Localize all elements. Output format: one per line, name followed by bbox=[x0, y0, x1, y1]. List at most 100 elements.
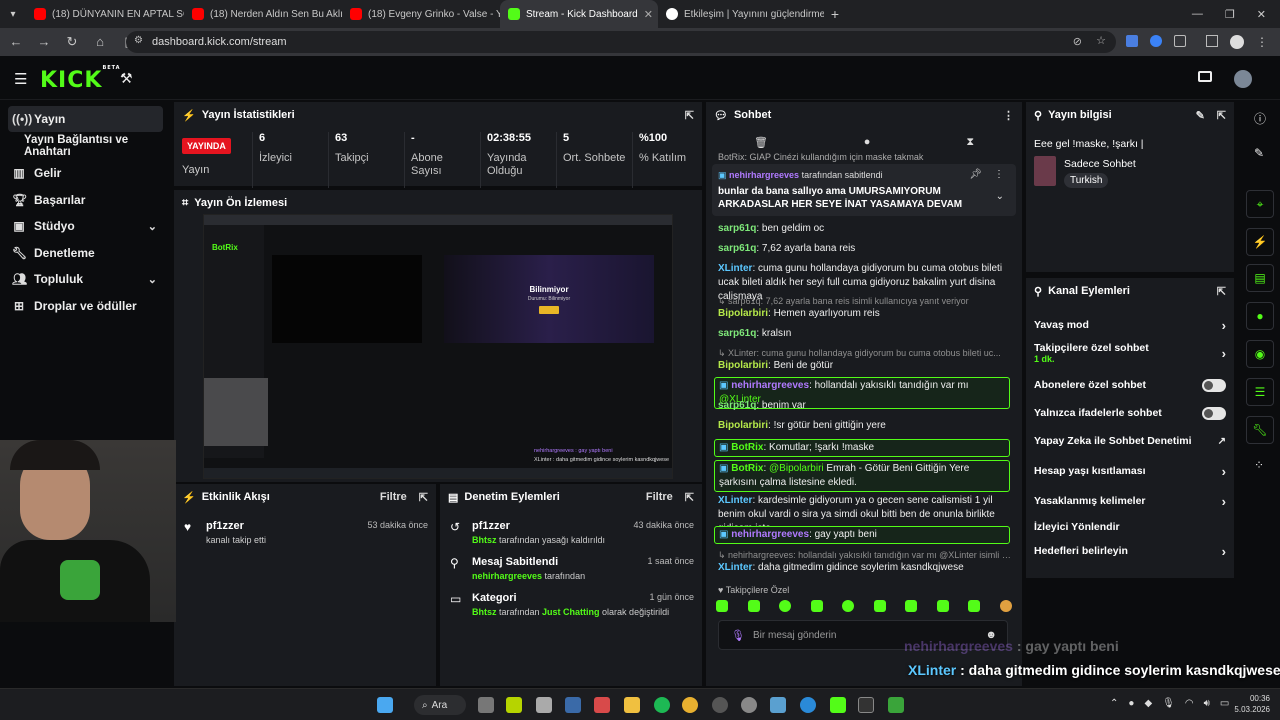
rail-broadcast-button[interactable]: ◉ bbox=[1246, 340, 1274, 368]
file-explorer-icon[interactable] bbox=[624, 697, 640, 713]
taskbar-search[interactable]: ⌕ Ara bbox=[414, 695, 466, 715]
volume-icon[interactable]: 🔊︎ bbox=[1204, 698, 1210, 709]
extensions-puzzle-icon[interactable] bbox=[1174, 35, 1186, 47]
popout-icon[interactable]: ⇱ bbox=[419, 491, 428, 504]
chat-username[interactable]: Bipolarbiri bbox=[718, 420, 768, 431]
sidebar-item-stream[interactable]: ((•)) Yayın bbox=[8, 106, 163, 132]
close-window-icon[interactable]: ✕ bbox=[1257, 8, 1266, 21]
channel-action-row[interactable]: Hedefleri belirleyin › bbox=[1026, 540, 1234, 562]
hourglass-icon[interactable]: ⧗ bbox=[966, 136, 974, 149]
profile-avatar[interactable] bbox=[1230, 35, 1244, 49]
task-view-icon[interactable] bbox=[478, 697, 494, 713]
settings-icon[interactable] bbox=[741, 697, 757, 713]
popout-icon[interactable]: ⇱ bbox=[1217, 285, 1226, 298]
toggle-switch[interactable] bbox=[1202, 378, 1226, 392]
filter-button[interactable]: Filtre bbox=[646, 491, 673, 503]
browser-tab-1[interactable]: (18) DÜNYANIN EN APTAL SOY ✕ bbox=[26, 0, 184, 28]
chat-username[interactable]: nehirhargreeves bbox=[731, 380, 809, 391]
home-icon[interactable]: ⌂ bbox=[88, 34, 112, 50]
app-icon[interactable] bbox=[594, 697, 610, 713]
close-tab-icon[interactable]: ✕ bbox=[644, 8, 653, 21]
battery-icon[interactable]: ▭ bbox=[1220, 698, 1229, 709]
chat-username[interactable]: Bipolarbiri bbox=[718, 360, 768, 371]
chat-username[interactable]: BotRix bbox=[731, 463, 763, 474]
emote-icon[interactable] bbox=[999, 600, 1012, 612]
chat-username[interactable]: BotRix bbox=[731, 442, 763, 453]
popout-icon[interactable]: ⇱ bbox=[685, 109, 694, 122]
reload-icon[interactable]: ↻ bbox=[60, 34, 84, 50]
chat-username[interactable]: sarp61q bbox=[718, 243, 756, 254]
extension-icon[interactable] bbox=[1150, 35, 1162, 47]
chat-username[interactable]: XLinter bbox=[718, 562, 752, 573]
trash-icon[interactable]: 🗑︎ bbox=[754, 136, 768, 149]
rail-wrench-button[interactable]: 🔧︎ bbox=[1246, 416, 1274, 444]
emote-icon[interactable] bbox=[905, 600, 918, 612]
tray-app-icon[interactable]: ◆ bbox=[1144, 698, 1152, 709]
browser-tab-2[interactable]: (18) Nerden Aldın Sen Bu Aklı - ✕ bbox=[184, 0, 342, 28]
eye-off-icon[interactable]: ⊘ bbox=[1073, 35, 1082, 48]
rail-lightning-button[interactable]: ⚡ bbox=[1246, 228, 1274, 256]
browser-menu-icon[interactable]: ⋮ bbox=[1256, 35, 1268, 49]
stream-preview-toggle-icon[interactable] bbox=[1198, 71, 1212, 82]
emote-icon[interactable] bbox=[936, 600, 949, 612]
emote-icon[interactable] bbox=[842, 600, 855, 612]
app-icon[interactable] bbox=[888, 697, 904, 713]
rail-layers-button[interactable]: ☰ bbox=[1246, 378, 1274, 406]
app-icon[interactable] bbox=[506, 697, 522, 713]
spotify-icon[interactable] bbox=[654, 697, 670, 713]
browser-tab-3[interactable]: (18) Evgeny Grinko - Valse - Yo ✕ bbox=[342, 0, 500, 28]
sidebar-item-achievements[interactable]: 🏆︎ Başarılar bbox=[8, 187, 163, 213]
microphone-icon[interactable]: 🎙︎ bbox=[1162, 698, 1175, 709]
rail-clip-button[interactable]: ⌖ bbox=[1246, 190, 1274, 218]
chat-username[interactable]: XLinter bbox=[718, 495, 752, 506]
info-icon[interactable]: ⓘ bbox=[1254, 110, 1266, 127]
minimize-icon[interactable]: — bbox=[1192, 8, 1203, 21]
rail-document-button[interactable]: ▤ bbox=[1246, 264, 1274, 292]
chat-username[interactable]: sarp61q bbox=[718, 328, 756, 339]
channel-action-row[interactable]: Hesap yaşı kısıtlaması › bbox=[1026, 460, 1234, 482]
kick-logo[interactable]: KICKBETA bbox=[40, 65, 121, 93]
chevron-down-icon[interactable]: ⌄ bbox=[996, 190, 1004, 204]
emote-icon[interactable] bbox=[873, 600, 886, 612]
chat-username[interactable]: nehirhargreeves bbox=[731, 529, 809, 540]
app-icon[interactable] bbox=[565, 697, 581, 713]
unpin-icon[interactable]: 📌︎ bbox=[969, 168, 982, 182]
tray-chevron-icon[interactable]: ⌃ bbox=[1110, 698, 1118, 709]
restore-icon[interactable]: ❐ bbox=[1225, 8, 1235, 21]
windows-start-icon[interactable] bbox=[377, 697, 393, 713]
browser-tab-4[interactable]: Stream - Kick Dashboard ✕ bbox=[500, 0, 658, 28]
app-icon[interactable] bbox=[712, 697, 728, 713]
store-icon[interactable] bbox=[536, 697, 552, 713]
sidebar-item-revenue[interactable]: ▥ Gelir bbox=[8, 160, 163, 186]
channel-action-row[interactable]: Yalnızca ifadelerle sohbet bbox=[1026, 402, 1234, 424]
channel-action-row[interactable]: Yapay Zeka ile Sohbet Denetimi ↗ bbox=[1026, 430, 1234, 452]
stream-preview-video[interactable]: BotRix Bilinmiyor Durumu: Bilinmiyor neh… bbox=[203, 214, 673, 479]
bookmark-star-icon[interactable]: ☆ bbox=[1096, 34, 1106, 47]
popout-icon[interactable]: ⇱ bbox=[685, 491, 694, 504]
browser-tab-5[interactable]: Etkileşim | Yayınını güçlendirme ✕ bbox=[658, 0, 824, 28]
edge-icon[interactable] bbox=[800, 697, 816, 713]
toggle-switch[interactable] bbox=[1202, 406, 1226, 420]
wifi-icon[interactable]: ◠ bbox=[1185, 698, 1194, 709]
chat-username[interactable]: XLinter bbox=[718, 263, 752, 274]
sidebar-item-drops[interactable]: ⊞ Droplar ve ödüller bbox=[8, 293, 163, 319]
tab-search-icon[interactable]: ▾ bbox=[0, 9, 26, 20]
tray-app-icon[interactable]: ● bbox=[1128, 698, 1134, 709]
chat-mention[interactable]: @Bipolarbiri bbox=[769, 463, 824, 474]
emote-icon[interactable] bbox=[810, 600, 823, 612]
user-avatar[interactable] bbox=[1234, 70, 1252, 88]
app-icon[interactable] bbox=[770, 697, 786, 713]
chat-username[interactable]: Bipolarbiri bbox=[718, 308, 768, 319]
clock[interactable]: 00:36 5.03.2026 bbox=[1230, 693, 1270, 715]
sidebar-item-studio[interactable]: ▣ Stüdyo ⌄ bbox=[8, 213, 163, 239]
more-icon[interactable]: ⁘ bbox=[1254, 458, 1264, 472]
url-field[interactable]: ⚙ dashboard.kick.com/stream ⊘ ☆ bbox=[126, 31, 1116, 53]
wrench-icon[interactable]: ⚒ bbox=[120, 70, 133, 87]
terminal-icon[interactable] bbox=[858, 697, 874, 713]
sidebar-item-moderation[interactable]: 🔧︎ Denetleme bbox=[8, 240, 163, 266]
emote-icon[interactable] bbox=[968, 600, 981, 612]
pinned-menu-icon[interactable]: ⋮ bbox=[994, 168, 1004, 182]
edit-icon[interactable]: ✎ bbox=[1196, 109, 1205, 122]
channel-action-row[interactable]: Yasaklanmış kelimeler › bbox=[1026, 490, 1234, 512]
chat-bubble-icon[interactable]: ● bbox=[864, 136, 871, 149]
